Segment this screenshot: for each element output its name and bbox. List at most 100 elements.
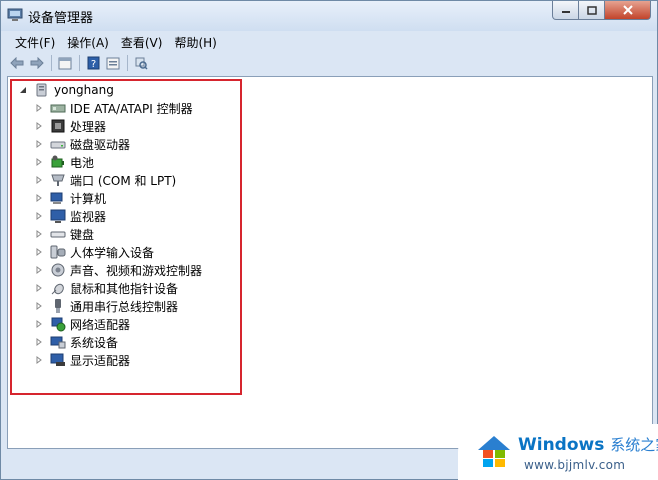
- menu-help[interactable]: 帮助(H): [168, 34, 222, 51]
- ide-controller-icon: [50, 100, 66, 116]
- minimize-icon: [561, 11, 570, 13]
- forward-arrow-icon: [30, 57, 44, 69]
- watermark-brand-cn: 系统之家: [610, 436, 658, 454]
- scan-hardware-button[interactable]: [133, 55, 149, 71]
- device-tree-pane[interactable]: yonghang IDE ATA/ATAPI 控制器 处理器 磁盘驱动器 电池: [7, 76, 653, 449]
- system-device-icon: [50, 334, 66, 350]
- windows-logo-icon: [478, 436, 510, 467]
- hid-icon: [50, 244, 66, 260]
- tree-item-port[interactable]: 端口 (COM 和 LPT): [34, 171, 176, 189]
- expand-arrow-icon[interactable]: [34, 193, 44, 203]
- expand-arrow-icon[interactable]: [34, 265, 44, 275]
- window-title: 设备管理器: [28, 11, 94, 26]
- menu-view[interactable]: 查看(V): [115, 34, 169, 51]
- computer-root-icon: [34, 82, 50, 98]
- toolbar-separator: [127, 55, 128, 71]
- menu-file[interactable]: 文件(F): [9, 34, 61, 51]
- network-adapter-icon: [50, 316, 66, 332]
- tree-item-label: 电池: [70, 155, 95, 170]
- tree-item-label: 系统设备: [70, 335, 119, 350]
- view-button[interactable]: [105, 55, 121, 71]
- expand-arrow-icon[interactable]: [34, 157, 44, 167]
- close-icon: [622, 5, 633, 15]
- sound-icon: [50, 262, 66, 278]
- tree-item-disk-drive[interactable]: 磁盘驱动器: [34, 135, 130, 153]
- back-arrow-icon: [10, 57, 24, 69]
- watermark-brand: Windows: [518, 435, 605, 455]
- help-icon: ?: [87, 56, 99, 70]
- battery-icon: [50, 154, 66, 170]
- expand-arrow-icon[interactable]: [34, 319, 44, 329]
- tree-item-label: 鼠标和其他指针设备: [70, 281, 179, 296]
- menu-bar: 文件(F) 操作(A) 查看(V) 帮助(H): [7, 32, 651, 52]
- menu-action[interactable]: 操作(A): [61, 34, 115, 51]
- toolbar: ?: [7, 52, 651, 74]
- expand-arrow-icon[interactable]: [34, 103, 44, 113]
- maximize-icon: [586, 5, 597, 15]
- tree-item-system-device[interactable]: 系统设备: [34, 333, 118, 351]
- forward-button[interactable]: [29, 55, 45, 71]
- tree-item-usb[interactable]: 通用串行总线控制器: [34, 297, 178, 315]
- tree-item-hid[interactable]: 人体学输入设备: [34, 243, 154, 261]
- monitor-icon: [50, 208, 66, 224]
- view-icon: [106, 57, 120, 69]
- expand-arrow-icon[interactable]: [34, 337, 44, 347]
- tree-item-network-adapter[interactable]: 网络适配器: [34, 315, 130, 333]
- back-button[interactable]: [9, 55, 25, 71]
- maximize-button[interactable]: [579, 1, 605, 20]
- tree-item-processor[interactable]: 处理器: [34, 117, 106, 135]
- tree-item-label: IDE ATA/ATAPI 控制器: [70, 101, 193, 116]
- tree-item-label: 人体学输入设备: [70, 245, 155, 260]
- tree-item-label: 通用串行总线控制器: [70, 299, 179, 314]
- tree-item-display-adapter[interactable]: 显示适配器: [34, 351, 130, 369]
- tree-item-label: 声音、视频和游戏控制器: [70, 263, 203, 278]
- expand-arrow-icon[interactable]: [34, 247, 44, 257]
- expand-arrow-icon[interactable]: [34, 229, 44, 239]
- expand-arrow-icon[interactable]: [34, 139, 44, 149]
- tree-item-monitor[interactable]: 监视器: [34, 207, 106, 225]
- tree-item-label: 显示适配器: [70, 353, 131, 368]
- toolbar-separator: [51, 55, 52, 71]
- tree-item-ide-controller[interactable]: IDE ATA/ATAPI 控制器: [34, 99, 193, 117]
- minimize-button[interactable]: [552, 1, 579, 20]
- device-manager-app-icon: [7, 8, 23, 21]
- svg-text:?: ?: [90, 59, 95, 70]
- tree-item-computer[interactable]: 计算机: [34, 189, 106, 207]
- close-button[interactable]: [605, 1, 651, 20]
- tree-item-label: 计算机: [70, 191, 107, 206]
- expand-arrow-icon[interactable]: [34, 121, 44, 131]
- tree-root-label: yonghang: [54, 83, 114, 97]
- mouse-icon: [50, 280, 66, 296]
- tree-item-mouse[interactable]: 鼠标和其他指针设备: [34, 279, 178, 297]
- expand-arrow-icon[interactable]: [34, 355, 44, 365]
- tree-root[interactable]: yonghang: [18, 81, 114, 99]
- expand-arrow-icon[interactable]: [34, 301, 44, 311]
- title-bar[interactable]: 设备管理器: [1, 1, 657, 31]
- port-icon: [50, 172, 66, 188]
- processor-icon: [50, 118, 66, 134]
- tree-item-label: 磁盘驱动器: [70, 137, 131, 152]
- tree-item-label: 监视器: [70, 209, 107, 224]
- window-controls: [552, 1, 651, 21]
- help-button[interactable]: ?: [85, 55, 101, 71]
- expand-arrow-icon[interactable]: [34, 175, 44, 185]
- keyboard-icon: [50, 226, 66, 242]
- tree-item-label: 键盘: [70, 227, 95, 242]
- tree-item-keyboard[interactable]: 键盘: [34, 225, 94, 243]
- disk-drive-icon: [50, 136, 66, 152]
- expand-arrow-icon[interactable]: [34, 211, 44, 221]
- usb-icon: [50, 298, 66, 314]
- display-adapter-icon: [50, 352, 66, 368]
- tree-item-sound[interactable]: 声音、视频和游戏控制器: [34, 261, 202, 279]
- watermark-title: Windows 系统之家: [518, 434, 658, 455]
- collapse-arrow-icon[interactable]: [18, 85, 28, 95]
- tree-item-label: 端口 (COM 和 LPT): [70, 173, 177, 188]
- tree-item-label: 处理器: [70, 119, 107, 134]
- expand-arrow-icon[interactable]: [34, 283, 44, 293]
- watermark: Windows 系统之家 www.bjjmlv.com: [458, 424, 658, 480]
- tree-item-battery[interactable]: 电池: [34, 153, 94, 171]
- toolbar-separator: [79, 55, 80, 71]
- tree-item-label: 网络适配器: [70, 317, 131, 332]
- device-manager-window: 设备管理器 文件(F) 操作(A) 查看(V) 帮助(H) ? yonghang…: [0, 0, 658, 480]
- properties-button[interactable]: [57, 55, 73, 71]
